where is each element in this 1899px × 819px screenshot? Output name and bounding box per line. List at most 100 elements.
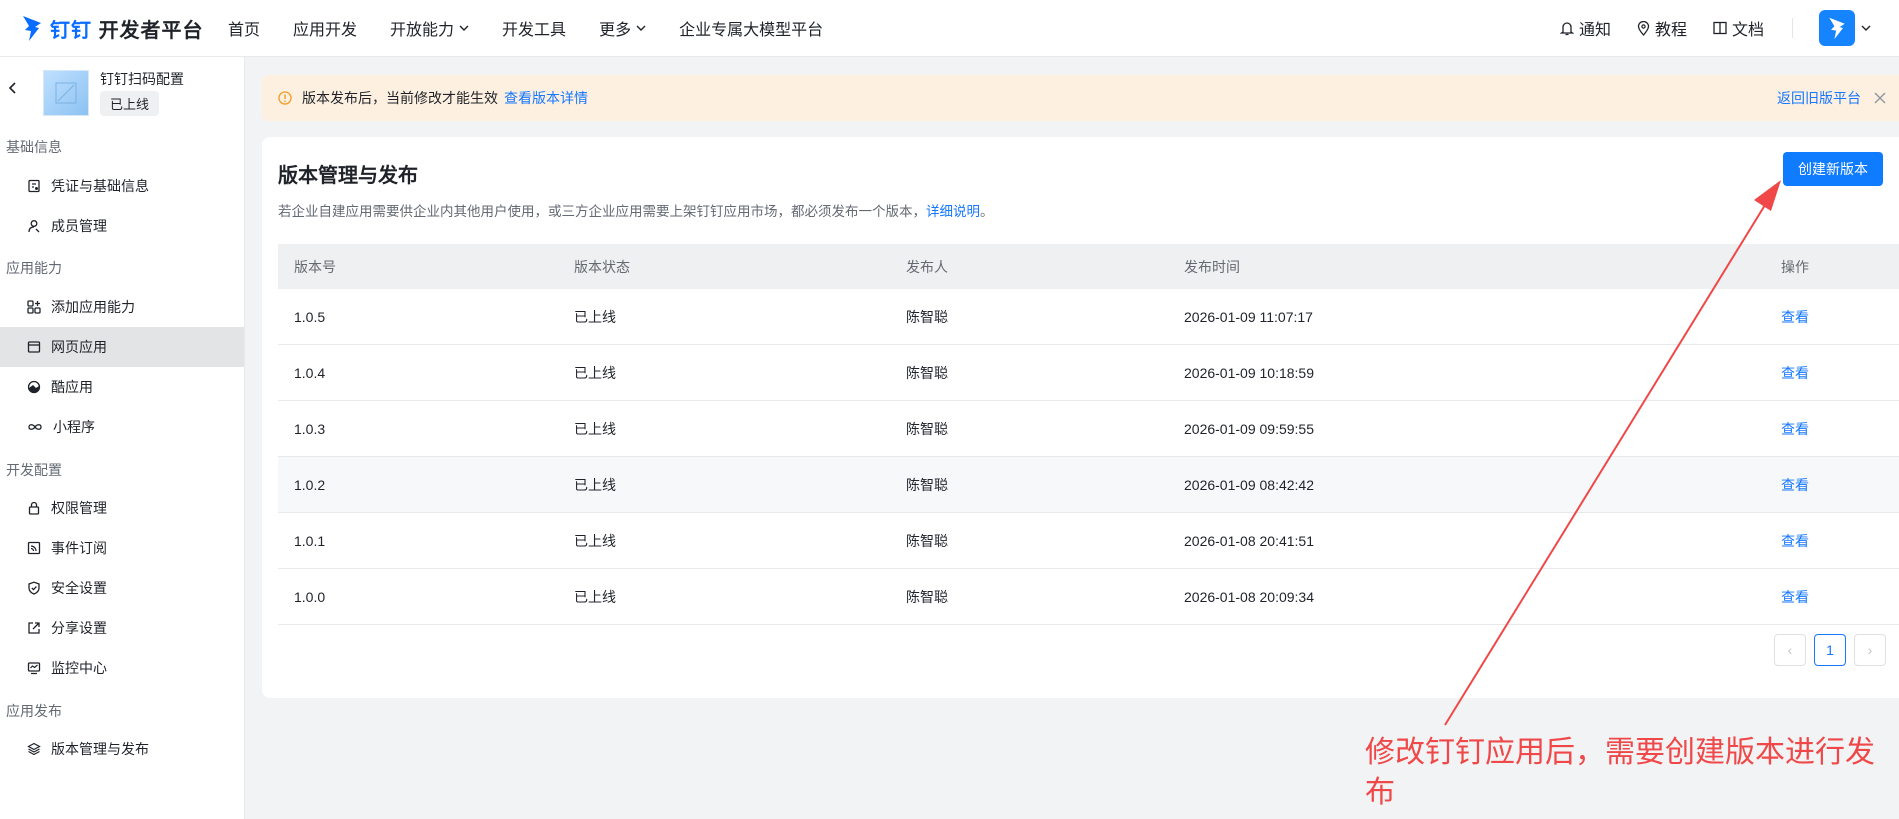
cell-version: 1.0.5 xyxy=(294,308,326,325)
logo[interactable]: 钉钉 开发者平台 xyxy=(20,12,204,44)
sidebar-item-event-subscription[interactable]: 事件订阅 xyxy=(0,528,244,568)
location-pin-icon xyxy=(1637,20,1650,36)
table-header: 版本号 版本状态 发布人 发布时间 操作 xyxy=(278,244,1899,289)
sidebar-item-permissions[interactable]: 权限管理 xyxy=(0,488,244,528)
nav-label: 首页 xyxy=(228,22,261,39)
notice-text: 版本发布后，当前修改才能生效 xyxy=(302,90,498,106)
sidebar-item-share[interactable]: 分享设置 xyxy=(0,608,244,648)
page-title: 版本管理与发布 xyxy=(278,165,418,187)
sidebar-item-monitor[interactable]: 监控中心 xyxy=(0,648,244,688)
cell-publisher: 陈智聪 xyxy=(906,308,948,325)
group-title-basic: 基础信息 xyxy=(6,139,62,155)
create-version-button[interactable]: 创建新版本 xyxy=(1783,152,1883,186)
view-link[interactable]: 查看 xyxy=(1781,531,1809,551)
sidebar-item-label: 成员管理 xyxy=(51,218,107,234)
sidebar-item-label: 安全设置 xyxy=(51,580,107,596)
cell-time: 2026-01-08 20:41:51 xyxy=(1184,532,1314,549)
sidebar-item-label: 酷应用 xyxy=(51,379,93,395)
sidebar-item-credentials[interactable]: 凭证与基础信息 xyxy=(0,166,244,206)
notice-banner: 版本发布后，当前修改才能生效 查看版本详情 返回旧版平台 xyxy=(262,75,1899,121)
sidebar-item-label: 监控中心 xyxy=(51,660,107,676)
sidebar-item-security[interactable]: 安全设置 xyxy=(0,568,244,608)
table-row: 1.0.1 已上线 陈智聪 2026-01-08 20:41:51 查看 xyxy=(278,513,1899,569)
page-button-current[interactable]: 1 xyxy=(1814,634,1846,666)
table-row: 1.0.5 已上线 陈智聪 2026-01-09 11:07:17 查看 xyxy=(278,289,1899,345)
share-icon xyxy=(28,622,40,634)
app-name: 钉钉扫码配置 xyxy=(100,71,184,87)
docs-label: 文档 xyxy=(1731,22,1764,39)
cell-status: 已上线 xyxy=(574,420,616,437)
cell-status: 已上线 xyxy=(574,308,616,325)
layers-icon xyxy=(27,742,41,756)
app-header: 钉钉扫码配置 已上线 xyxy=(0,57,244,120)
view-version-details-link[interactable]: 查看版本详情 xyxy=(504,88,588,108)
description-text: 若企业自建应用需要供企业内其他用户使用，或三方企业应用需要上架钉钉应用市场，都必… xyxy=(278,204,926,219)
sidebar-item-version-publish[interactable]: 版本管理与发布 xyxy=(0,729,244,769)
sidebar-item-web-app[interactable]: 网页应用 xyxy=(0,327,244,367)
notification-link[interactable]: 通知 xyxy=(1559,16,1611,40)
table-row: 1.0.2 已上线 陈智聪 2026-01-09 08:42:42 查看 xyxy=(278,457,1899,513)
sidebar-item-cool-app[interactable]: 酷应用 xyxy=(0,367,244,407)
cell-time: 2026-01-09 11:07:17 xyxy=(1184,308,1313,325)
column-header-time: 发布时间 xyxy=(1184,258,1240,275)
sidebar-item-label: 版本管理与发布 xyxy=(51,741,149,757)
pagination: ‹ 1 › xyxy=(1774,634,1886,666)
table-row: 1.0.3 已上线 陈智聪 2026-01-09 09:59:55 查看 xyxy=(278,401,1899,457)
nav-item-open-capability[interactable]: 开放能力 xyxy=(390,16,469,40)
rss-icon xyxy=(27,541,41,555)
nav-item-dev-tools[interactable]: 开发工具 xyxy=(502,16,566,40)
close-icon[interactable] xyxy=(1873,91,1887,105)
add-grid-icon xyxy=(27,300,41,314)
version-table: 版本号 版本状态 发布人 发布时间 操作 1.0.5 已上线 陈智聪 2026-… xyxy=(278,244,1899,625)
version-card: 版本管理与发布 若企业自建应用需要供企业内其他用户使用，或三方企业应用需要上架钉… xyxy=(262,137,1899,698)
view-link[interactable]: 查看 xyxy=(1781,419,1809,439)
user-menu[interactable] xyxy=(1819,10,1871,46)
next-page-button[interactable]: › xyxy=(1854,634,1886,666)
chevron-down-icon xyxy=(1861,25,1871,31)
sidebar-item-add-capability[interactable]: 添加应用能力 xyxy=(0,287,244,327)
cell-version: 1.0.2 xyxy=(294,476,326,493)
cell-version: 1.0.3 xyxy=(294,420,326,437)
table-row: 1.0.4 已上线 陈智聪 2026-01-09 10:18:59 查看 xyxy=(278,345,1899,401)
chevron-down-icon xyxy=(459,25,469,31)
nav-item-llm-platform[interactable]: 企业专属大模型平台 xyxy=(679,16,823,40)
sidebar-item-label: 分享设置 xyxy=(51,620,107,636)
top-navbar: 钉钉 开发者平台 首页 应用开发 开放能力 开发工具 更多 企业专属大模型平台 … xyxy=(0,0,1899,57)
tutorial-link[interactable]: 教程 xyxy=(1637,16,1687,40)
cell-publisher: 陈智聪 xyxy=(906,532,948,549)
main-nav: 首页 应用开发 开放能力 开发工具 更多 企业专属大模型平台 xyxy=(228,0,856,56)
view-link[interactable]: 查看 xyxy=(1781,307,1809,327)
group-title-publish: 应用发布 xyxy=(6,703,62,719)
avatar[interactable] xyxy=(1819,10,1855,46)
table-row: 1.0.0 已上线 陈智聪 2026-01-08 20:09:34 查看 xyxy=(278,569,1899,625)
user-icon xyxy=(28,220,40,233)
cell-publisher: 陈智聪 xyxy=(906,476,948,493)
logo-brand: 钉钉 xyxy=(50,19,92,42)
cell-version: 1.0.1 xyxy=(294,532,326,549)
nav-item-app-dev[interactable]: 应用开发 xyxy=(293,16,357,40)
back-to-old-platform-link[interactable]: 返回旧版平台 xyxy=(1777,88,1861,108)
group-title-capability: 应用能力 xyxy=(6,260,62,276)
lock-icon xyxy=(28,501,40,515)
view-link[interactable]: 查看 xyxy=(1781,475,1809,495)
cell-time: 2026-01-09 08:42:42 xyxy=(1184,476,1314,493)
bell-icon xyxy=(1559,21,1574,35)
back-arrow-icon[interactable] xyxy=(6,81,20,95)
infinity-icon xyxy=(28,424,42,430)
view-link[interactable]: 查看 xyxy=(1781,363,1809,383)
sidebar-item-label: 凭证与基础信息 xyxy=(51,178,149,194)
sidebar-item-mini-program[interactable]: 小程序 xyxy=(0,407,244,447)
nav-divider xyxy=(1792,18,1793,38)
docs-link[interactable]: 文档 xyxy=(1713,16,1764,40)
cell-version: 1.0.4 xyxy=(294,364,326,381)
nav-item-home[interactable]: 首页 xyxy=(228,16,260,40)
details-link[interactable]: 详细说明 xyxy=(926,204,980,219)
cell-time: 2026-01-09 10:18:59 xyxy=(1184,364,1314,381)
dingtalk-logo-icon xyxy=(23,16,41,41)
annotation-text: 修改钉钉应用后，需要创建版本进行发布 xyxy=(1365,736,1875,809)
prev-page-button[interactable]: ‹ xyxy=(1774,634,1806,666)
view-link[interactable]: 查看 xyxy=(1781,587,1809,607)
nav-item-more[interactable]: 更多 xyxy=(599,16,646,40)
shield-icon xyxy=(28,581,40,595)
sidebar-item-members[interactable]: 成员管理 xyxy=(0,206,244,246)
